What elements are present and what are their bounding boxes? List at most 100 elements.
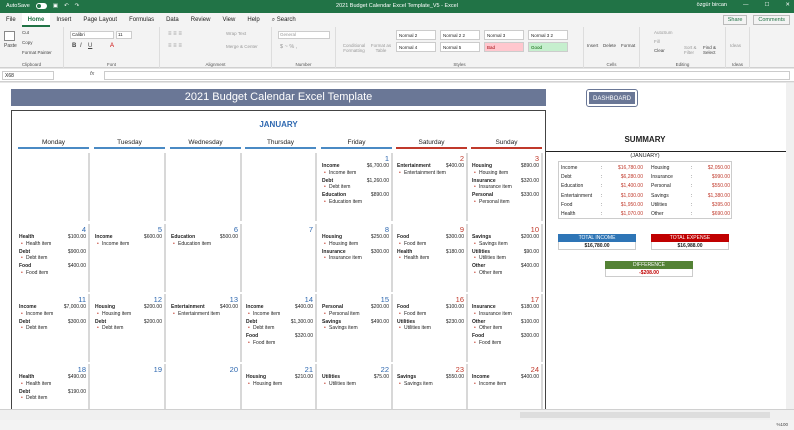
calendar-day-cell[interactable]: 22Utilities$75.00Utilities item <box>321 364 393 409</box>
clipboard-icon[interactable] <box>4 31 15 41</box>
calendar-day-cell[interactable]: 23Savings$550.00Savings item <box>396 364 468 409</box>
calendar-day-cell[interactable]: 5Income$600.00Income item <box>94 224 166 292</box>
cell-style-good[interactable]: Good <box>528 42 568 52</box>
summary-colon: : <box>691 165 693 171</box>
calendar-day-cell[interactable]: 11Income$7,000.00Income itemDebt$300.00D… <box>18 294 90 362</box>
tab-help[interactable]: Help <box>241 13 265 27</box>
format-as-table-button[interactable]: Format as Table <box>370 43 392 53</box>
ideas-button[interactable]: Ideas <box>730 43 741 48</box>
worksheet[interactable]: 2021 Budget Calendar Excel Template DASH… <box>0 83 786 409</box>
conditional-formatting-button[interactable]: Conditional Formatting <box>340 43 368 53</box>
number-format-select[interactable]: General <box>278 31 330 39</box>
zoom-level[interactable]: %100 <box>776 422 788 427</box>
format-painter-button[interactable]: Format Painter <box>22 50 52 55</box>
user-name[interactable]: özgür bircan <box>697 2 727 8</box>
calendar-day-cell[interactable]: 1Income$6,700.00Income itemDebt$1,260.00… <box>321 153 393 221</box>
font-size-select[interactable]: 11 <box>116 31 132 39</box>
comments-button[interactable]: Comments <box>753 15 790 25</box>
insert-cells-button[interactable]: Insert <box>587 43 598 48</box>
wrap-text-button[interactable]: Wrap Text <box>226 31 246 36</box>
calendar-day-cell[interactable] <box>94 153 166 221</box>
entry-item: Debt item <box>246 325 313 333</box>
summary-row: Housing: $2,050.00 <box>649 164 733 173</box>
day-entries: Income$6,700.00Income itemDebt$1,260.00D… <box>322 163 389 207</box>
calendar-day-cell[interactable]: 10Savings$200.00Savings itemUtilities$90… <box>471 224 543 292</box>
dashboard-button[interactable]: DASHBOARD <box>586 89 638 107</box>
entry-item: Food item <box>397 241 464 249</box>
calendar-day-cell[interactable] <box>245 153 317 221</box>
cut-button[interactable]: Cut <box>22 30 29 35</box>
maximize-icon[interactable]: ☐ <box>764 2 769 8</box>
merge-center-button[interactable]: Merge & Center <box>226 44 258 49</box>
tab-file[interactable]: File <box>0 13 22 27</box>
calendar-day-cell[interactable]: 8Housing$250.00Housing itemInsurance$300… <box>321 224 393 292</box>
cell-style-normal-3-2[interactable]: Normal 3 2 <box>528 30 568 40</box>
calendar-day-cell[interactable]: 14Income$400.00Income itemDebt$1,300.00D… <box>245 294 317 362</box>
align-center-icon[interactable]: ≡ ≡ ≡ <box>168 43 182 49</box>
align-lines-icon[interactable]: ≡ ≡ ≡ <box>168 31 182 37</box>
calendar-day-cell[interactable]: 17Insurance$180.00Insurance itemOther$10… <box>471 294 543 362</box>
calendar-day-cell[interactable]: 6Education$500.00Education item <box>170 224 242 292</box>
copy-button[interactable]: Copy <box>22 40 33 45</box>
calendar-day-cell[interactable]: 2Entertainment$400.00Entertainment item <box>396 153 468 221</box>
sort-filter-button[interactable]: Sort & Filter <box>684 45 702 55</box>
currency-icon[interactable]: $ ~ % , <box>280 44 297 50</box>
find-select-button[interactable]: Find & Select <box>703 45 723 55</box>
name-box[interactable]: X68 <box>2 71 54 80</box>
underline-button[interactable]: U <box>88 43 92 49</box>
calendar-day-cell[interactable]: 9Food$300.00Food itemHealth$180.00Health… <box>396 224 468 292</box>
calendar-day-cell[interactable]: 16Food$100.00Food itemUtilities$230.00Ut… <box>396 294 468 362</box>
delete-cells-button[interactable]: Delete <box>603 43 616 48</box>
italic-button[interactable]: I <box>80 43 82 49</box>
close-icon[interactable]: ✕ <box>785 2 790 8</box>
calendar-day-cell[interactable] <box>18 153 90 221</box>
calendar-day-cell[interactable]: 19 <box>94 364 166 409</box>
search-box[interactable]: ⌕ Search <box>266 13 302 27</box>
day-entries: Income$400.00Income item <box>472 374 539 389</box>
cell-style-bad[interactable]: Bad <box>484 42 524 52</box>
tab-view[interactable]: View <box>216 13 241 27</box>
budget-entry: Debt$1,300.00Debt item <box>246 319 313 333</box>
share-button[interactable]: Share <box>722 15 748 25</box>
calendar-day-cell[interactable]: 21Housing$210.00Housing item <box>245 364 317 409</box>
cell-style-normal-2[interactable]: Normal 2 <box>396 30 436 40</box>
font-color-icon[interactable]: A <box>110 43 114 49</box>
fill-button[interactable]: Fill <box>654 39 660 44</box>
calendar-day-cell[interactable]: 7 <box>245 224 317 292</box>
cell-style-normal-3[interactable]: Normal 3 <box>484 30 524 40</box>
tab-home[interactable]: Home <box>21 13 51 27</box>
cell-style-normal-4[interactable]: Normal 4 <box>396 42 436 52</box>
calendar-day-cell[interactable]: 13Entertainment$400.00Entertainment item <box>170 294 242 362</box>
calendar-day-cell[interactable]: 20 <box>170 364 242 409</box>
cell-style-normal-5[interactable]: Normal 5 <box>440 42 480 52</box>
tab-data[interactable]: Data <box>160 13 185 27</box>
paste-button[interactable]: Paste <box>4 43 17 49</box>
bold-button[interactable]: B <box>72 43 76 49</box>
budget-entry: Food$320.00Food item <box>246 333 313 347</box>
fx-icon[interactable]: fx <box>90 71 94 77</box>
budget-entry: Food$400.00Food item <box>19 263 86 277</box>
minimize-icon[interactable]: — <box>743 2 749 8</box>
calendar-day-cell[interactable]: 4Health$100.00Health itemDebt$900.00Debt… <box>18 224 90 292</box>
calendar-day-cell[interactable]: 3Housing$890.00Housing itemInsurance$320… <box>471 153 543 221</box>
format-cells-button[interactable]: Format <box>621 43 635 48</box>
calendar-day-cell[interactable]: 15Personal$200.00Personal itemSavings$49… <box>321 294 393 362</box>
cell-style-normal-2-2[interactable]: Normal 2 2 <box>440 30 480 40</box>
total-income-box: TOTAL INCOME $16,780.00 <box>558 234 636 250</box>
formula-input[interactable] <box>104 71 790 80</box>
calendar-day-cell[interactable] <box>170 153 242 221</box>
tab-review[interactable]: Review <box>185 13 217 27</box>
budget-entry: Food$300.00Food item <box>472 333 539 347</box>
tab-formulas[interactable]: Formulas <box>123 13 160 27</box>
horizontal-scrollbar[interactable] <box>520 412 770 418</box>
clear-button[interactable]: Clear <box>654 48 665 53</box>
vertical-scrollbar[interactable] <box>786 83 794 409</box>
autosum-button[interactable]: AutoSum <box>654 30 673 35</box>
calendar-day-cell[interactable]: 18Health$490.00Health itemDebt$190.00Deb… <box>18 364 90 409</box>
entry-item: Housing item <box>322 241 389 249</box>
calendar-day-cell[interactable]: 24Income$400.00Income item <box>471 364 543 409</box>
tab-insert[interactable]: Insert <box>50 13 77 27</box>
calendar-day-cell[interactable]: 12Housing$200.00Housing itemDebt$200.00D… <box>94 294 166 362</box>
tab-page-layout[interactable]: Page Layout <box>77 13 123 27</box>
font-name-select[interactable]: Calibri <box>70 31 114 39</box>
